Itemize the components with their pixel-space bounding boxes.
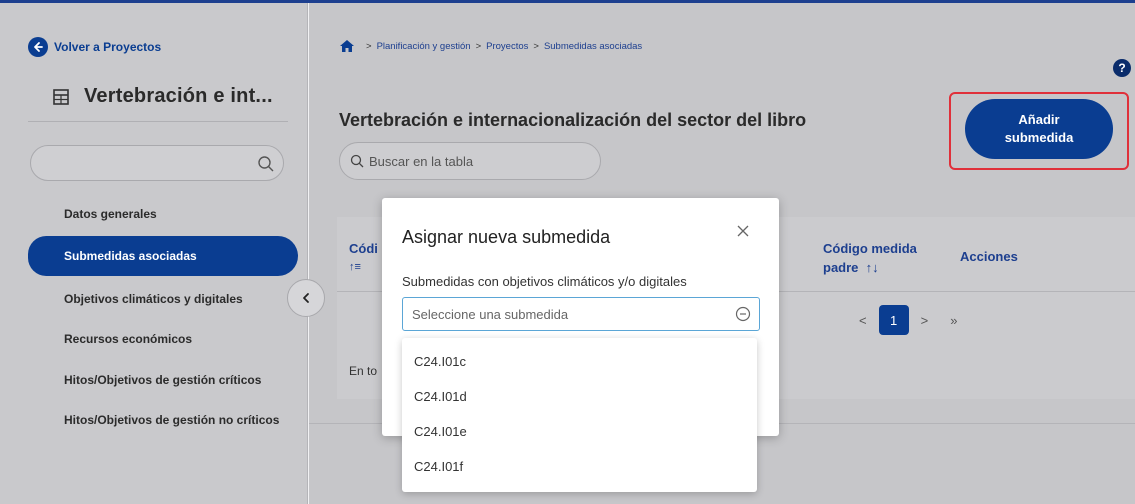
home-icon[interactable] — [339, 39, 355, 53]
column-header-codigo[interactable]: Códi — [349, 241, 378, 256]
field-label: Submedidas con objetivos climáticos y/o … — [402, 274, 687, 289]
breadcrumb-separator: > — [475, 40, 482, 52]
table-icon — [52, 88, 72, 106]
arrow-left-icon — [28, 37, 48, 57]
back-to-projects-link[interactable]: Volver a Proyectos — [28, 37, 161, 57]
pager-last-button[interactable]: » — [950, 313, 957, 328]
breadcrumb-item-proyectos[interactable]: Proyectos — [486, 41, 528, 52]
column-header-label: padre — [823, 260, 859, 275]
column-header-codigo-padre[interactable]: Código medida padre ↑↓ — [823, 239, 917, 277]
search-placeholder: Buscar en la tabla — [369, 153, 474, 169]
sidebar-item-hitos-no-criticos[interactable]: Hitos/Objetivos de gestión no críticos — [64, 413, 304, 427]
add-submedida-button[interactable]: Añadir submedida — [965, 99, 1113, 159]
pager-page-button[interactable]: 1 — [878, 305, 909, 335]
dropdown-option[interactable]: C24.I01e — [402, 414, 757, 449]
pager-next-button[interactable]: > — [921, 313, 929, 328]
modal-title: Asignar nueva submedida — [402, 227, 611, 247]
table-search-input[interactable]: Buscar en la tabla — [339, 142, 601, 180]
submedida-dropdown-list: C24.I01c C24.I01d C24.I01e C24.I01f — [402, 338, 757, 492]
close-icon[interactable] — [735, 223, 751, 239]
breadcrumb-item-planificacion[interactable]: Planificación y gestión — [377, 41, 471, 52]
pager-prev-button[interactable]: < — [859, 313, 867, 328]
breadcrumb-separator: > — [366, 40, 372, 52]
breadcrumb-item-submedidas: Submedidas asociadas — [543, 40, 643, 52]
sidebar-item-objetivos-climaticos[interactable]: Objetivos climáticos y digitales — [64, 292, 243, 306]
help-icon[interactable]: ? — [1113, 59, 1131, 77]
sidebar-item-recursos-economicos[interactable]: Recursos económicos — [64, 332, 192, 346]
sidebar-item-submedidas-asociadas[interactable]: Submedidas asociadas — [28, 236, 298, 276]
submedida-select[interactable]: Seleccione una submedida — [402, 297, 760, 331]
sidebar-item-datos-generales[interactable]: Datos generales — [64, 207, 157, 221]
sort-icon[interactable]: ↑≡ — [349, 261, 361, 273]
sidebar: Volver a Proyectos Vertebración e int...… — [0, 3, 308, 504]
dropdown-option[interactable]: C24.I01f — [402, 449, 757, 484]
search-icon — [257, 155, 275, 173]
add-button-label-line2: submedida — [1004, 130, 1074, 145]
collapse-sidebar-button[interactable] — [287, 279, 325, 317]
breadcrumb: > Planificación y gestión > Proyectos > … — [339, 39, 642, 53]
sort-icon[interactable]: ↑↓ — [866, 260, 879, 275]
breadcrumb-separator: > — [533, 40, 539, 52]
sidebar-item-hitos-criticos[interactable]: Hitos/Objetivos de gestión críticos — [64, 373, 261, 387]
add-button-label-line1: Añadir — [1018, 112, 1060, 127]
sidebar-item-label: Submedidas asociadas — [64, 249, 197, 263]
select-placeholder: Seleccione una submedida — [412, 307, 569, 322]
pagination: < 1 > » — [817, 305, 957, 335]
clear-circle-icon[interactable] — [735, 306, 751, 322]
divider — [28, 121, 288, 122]
project-title: Vertebración e int... — [52, 85, 273, 108]
total-count-text: En to — [349, 364, 378, 378]
sidebar-search-input[interactable] — [30, 145, 284, 181]
column-header-acciones: Acciones — [960, 249, 1018, 264]
dropdown-option[interactable]: C24.I01d — [402, 379, 757, 414]
chevron-left-icon — [303, 293, 309, 303]
column-header-label: Código medida — [823, 241, 917, 256]
page-title: Vertebración e internacionalización del … — [339, 110, 807, 130]
search-icon — [350, 154, 364, 168]
project-title-text: Vertebración e int... — [84, 85, 273, 107]
dropdown-option[interactable]: C24.I01c — [402, 344, 757, 379]
back-link-label: Volver a Proyectos — [54, 40, 162, 54]
